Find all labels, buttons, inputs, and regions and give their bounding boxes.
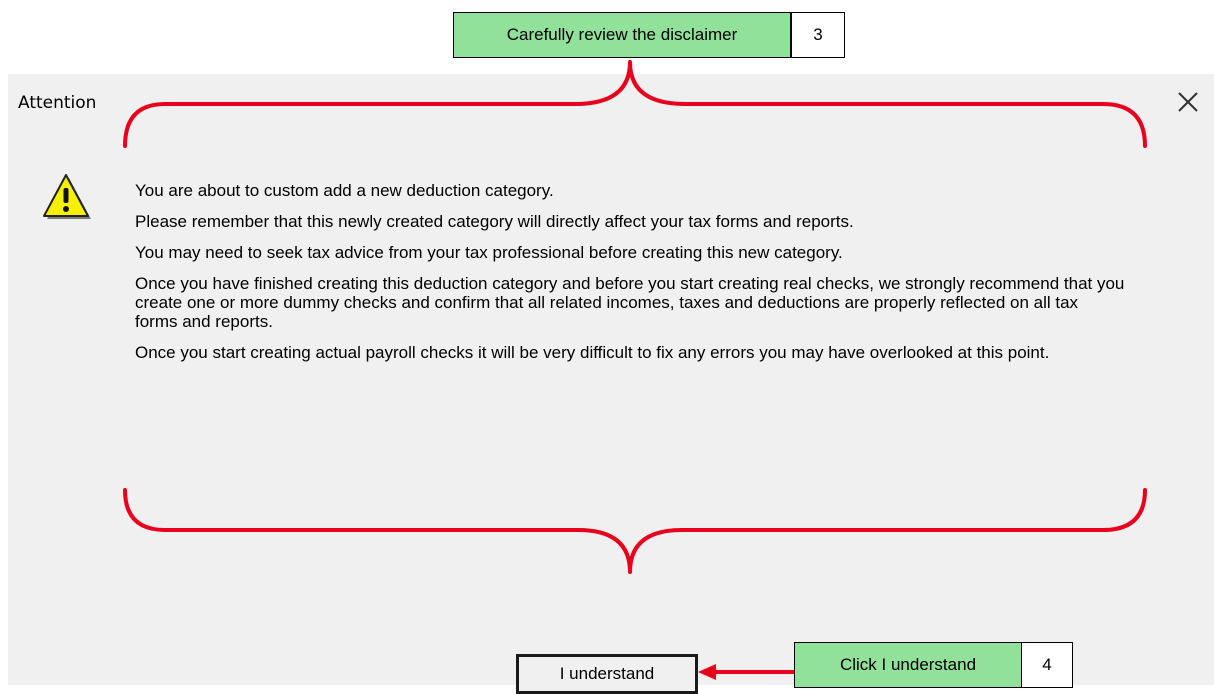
bottom-brace (123, 488, 1147, 574)
callout-click-i-understand: Click I understand (794, 642, 1022, 688)
top-brace (123, 60, 1147, 148)
arrow-head-icon (698, 664, 716, 680)
callout-step-number-4: 4 (1021, 642, 1073, 688)
annotation-overlay (123, 60, 1147, 680)
